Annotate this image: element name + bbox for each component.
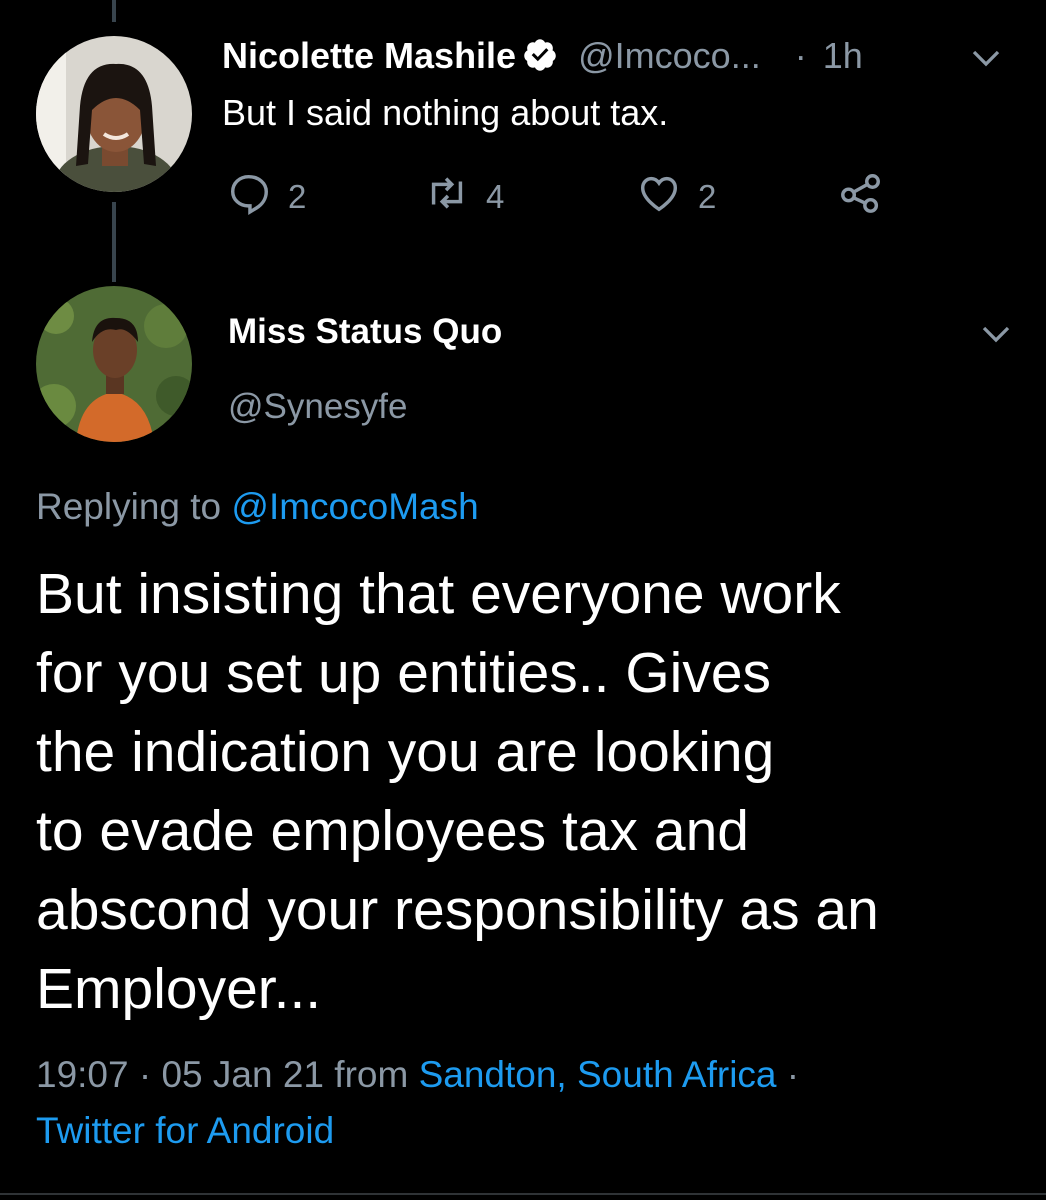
parent-chevron-down-icon[interactable]: [968, 40, 1004, 76]
heart-icon: [636, 170, 682, 224]
parent-handle[interactable]: @Imcoco...: [578, 35, 761, 76]
tweet-meta-line1: 19:07 · 05 Jan 21 from Sandton, South Af…: [36, 1052, 799, 1098]
parent-header: Nicolette Mashile @Imcoco... · 1h: [222, 34, 863, 78]
parent-timestamp[interactable]: 1h: [823, 35, 863, 76]
tweet-time: 19:07: [36, 1054, 129, 1095]
divider: [0, 1193, 1046, 1195]
tweet-date: 05 Jan 21: [161, 1054, 325, 1095]
parent-time-separator: ·: [794, 35, 807, 76]
main-tweet-text: But insisting that everyone work for you…: [36, 562, 879, 1021]
retweet-icon: [424, 170, 470, 224]
share-button[interactable]: [838, 170, 884, 224]
like-count: 2: [698, 178, 717, 215]
reply-button[interactable]: 2: [226, 170, 306, 224]
parent-tweet-text: But I said nothing about tax.: [222, 92, 669, 133]
replying-to: Replying to @ImcocoMash: [36, 484, 479, 530]
verified-badge-icon: [522, 37, 558, 73]
replying-to-label: Replying to: [36, 486, 222, 527]
main-handle[interactable]: @Synesyfe: [228, 385, 408, 429]
main-display-name[interactable]: Miss Status Quo: [228, 310, 502, 354]
retweet-button[interactable]: 4: [424, 170, 504, 224]
reply-count: 2: [288, 178, 307, 215]
reply-icon: [226, 170, 272, 224]
meta-separator: ·: [138, 1054, 152, 1095]
tweet-location[interactable]: Sandton, South Africa: [419, 1054, 777, 1095]
replying-to-handle[interactable]: @ImcocoMash: [231, 486, 478, 527]
meta-separator-2: ·: [786, 1054, 800, 1095]
thread-line-connector: [112, 202, 116, 282]
from-label: from: [334, 1054, 409, 1095]
share-icon: [838, 170, 884, 224]
tweet-source[interactable]: Twitter for Android: [36, 1108, 334, 1154]
avatar-nicolette[interactable]: [36, 36, 192, 192]
thread-line-top: [112, 0, 116, 22]
avatar-miss-status-quo[interactable]: [36, 286, 192, 442]
like-button[interactable]: 2: [636, 170, 716, 224]
parent-display-name[interactable]: Nicolette Mashile: [222, 35, 516, 76]
retweet-count: 4: [486, 178, 505, 215]
main-chevron-down-icon[interactable]: [978, 316, 1014, 352]
